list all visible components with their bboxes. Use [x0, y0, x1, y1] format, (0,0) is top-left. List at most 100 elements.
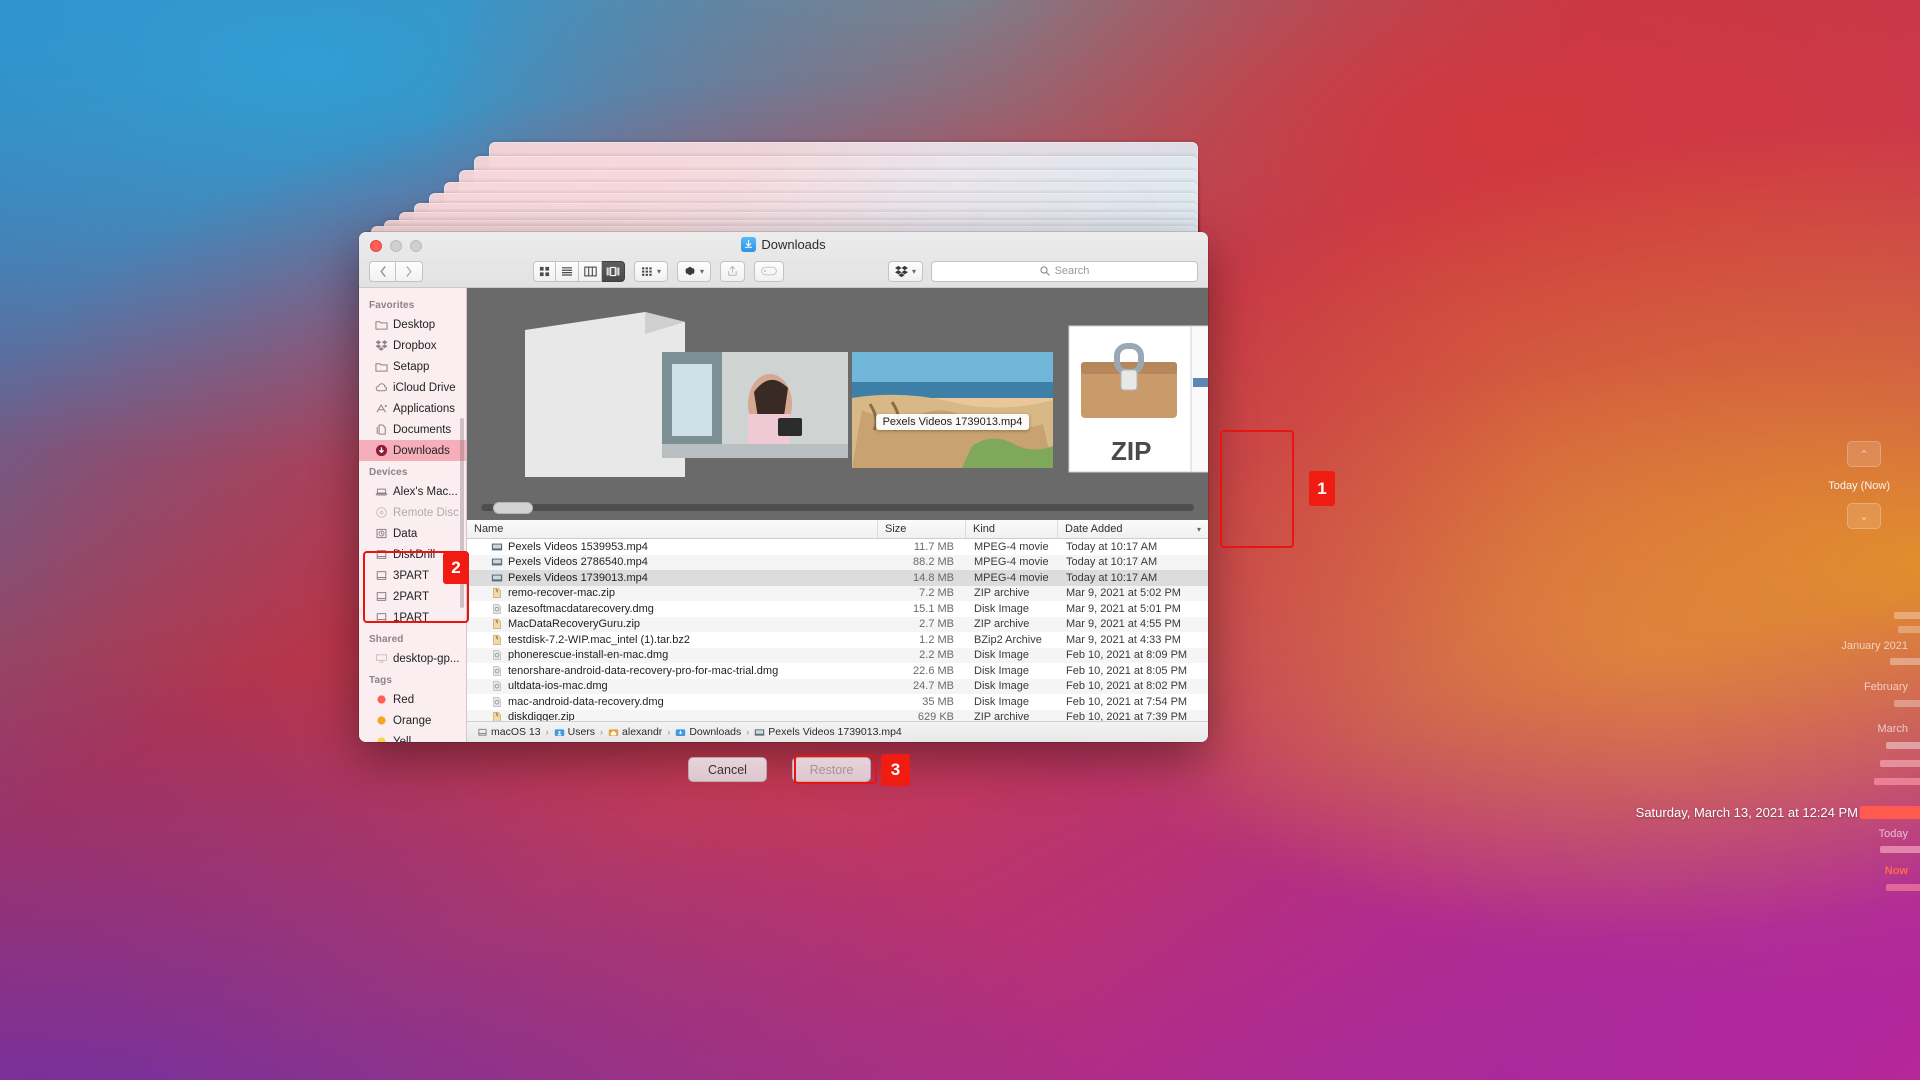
- view-mode-segmented-control: [533, 260, 625, 282]
- sidebar-item-alex-s-mac[interactable]: Alex's Mac...: [359, 481, 466, 502]
- sidebar-item-2part[interactable]: 2PART: [359, 586, 466, 607]
- timeline-month-label[interactable]: February: [1864, 681, 1908, 693]
- sidebar-section-header-tags: Tags: [369, 675, 392, 686]
- sidebar-item-data[interactable]: Data: [359, 523, 466, 544]
- column-header-name[interactable]: Name: [467, 520, 878, 538]
- timeline-tick[interactable]: [1886, 884, 1920, 891]
- table-row[interactable]: MacDataRecoveryGuru.zip 2.7 MB ZIP archive…: [467, 616, 1208, 632]
- timeline-month-label[interactable]: January 2021: [1841, 640, 1908, 652]
- tags-button[interactable]: [754, 260, 785, 282]
- table-row[interactable]: Pexels Videos 1739013.mp4 14.8 MB MPEG-4 m…: [467, 570, 1208, 586]
- coverflow-item-document[interactable]: [525, 312, 685, 477]
- sidebar-item-desktop-gp[interactable]: desktop-gp...: [359, 648, 466, 669]
- sidebar-item-dropbox[interactable]: Dropbox: [359, 335, 466, 356]
- action-gear-button[interactable]: ▾: [677, 260, 712, 282]
- breadcrumb-item[interactable]: Pexels Videos 1739013.mp4: [754, 726, 902, 738]
- sidebar-item-setapp[interactable]: Setapp: [359, 356, 466, 377]
- file-kind-cell: BZip2 Archive: [974, 633, 1042, 646]
- zip-icon: [491, 587, 503, 599]
- file-name-cell: phonerescue-install-en-mac.dmg: [467, 649, 878, 661]
- coverflow-scrollbar-thumb[interactable]: [493, 502, 533, 514]
- column-header-date-added[interactable]: Date Added ▾: [1058, 520, 1208, 538]
- timeline-tick-active[interactable]: [1860, 806, 1920, 819]
- sidebar-item-label: Downloads: [393, 444, 450, 457]
- sidebar-item-1part[interactable]: 1PART: [359, 607, 466, 628]
- sidebar-item-yell[interactable]: Yell: [359, 731, 466, 742]
- restore-button[interactable]: Restore: [792, 757, 871, 782]
- timeline-month-label[interactable]: Today: [1879, 828, 1908, 840]
- file-name-text: Pexels Videos 1739013.mp4: [508, 571, 648, 584]
- sidebar-item-applications[interactable]: Applications: [359, 398, 466, 419]
- gallery-view-button[interactable]: [602, 260, 625, 282]
- file-name-cell: diskdigger.zip: [467, 711, 878, 721]
- sidebar-item-icloud-drive[interactable]: iCloud Drive: [359, 377, 466, 398]
- timeline-tick[interactable]: [1880, 760, 1920, 767]
- icon-view-button[interactable]: [533, 260, 556, 282]
- sidebar-item-downloads[interactable]: Downloads: [359, 440, 466, 461]
- group-by-button[interactable]: ▾: [634, 260, 669, 282]
- table-row[interactable]: phonerescue-install-en-mac.dmg 2.2 MB Disk…: [467, 647, 1208, 663]
- column-view-button[interactable]: [579, 260, 602, 282]
- file-name-text: ultdata-ios-mac.dmg: [508, 680, 608, 693]
- sidebar-item-label: Orange: [393, 714, 432, 727]
- timemachine-timeline[interactable]: ⌃ Today (Now) ⌄ January 2021 February Marc…: [1620, 0, 1920, 1080]
- search-input[interactable]: Search: [931, 260, 1198, 282]
- cancel-button[interactable]: Cancel: [688, 757, 767, 782]
- table-row[interactable]: mac-android-data-recovery.dmg 35 MB Disk I…: [467, 694, 1208, 710]
- table-row[interactable]: tenorshare-android-data-recovery-pro-for…: [467, 663, 1208, 679]
- timeline-tick[interactable]: [1880, 846, 1920, 853]
- file-name-cell: Pexels Videos 1739013.mp4: [467, 572, 878, 584]
- column-header-kind[interactable]: Kind: [966, 520, 1058, 538]
- file-kind-cell: ZIP archive: [974, 711, 1030, 721]
- column-header-size[interactable]: Size: [878, 520, 966, 538]
- breadcrumb-item[interactable]: Downloads: [675, 726, 741, 738]
- back-button[interactable]: [369, 260, 396, 282]
- file-size-cell: 15.1 MB: [913, 602, 954, 615]
- share-button[interactable]: [720, 260, 746, 282]
- timeline-month-label[interactable]: March: [1877, 723, 1908, 735]
- file-list[interactable]: Pexels Videos 1539953.mp4 11.7 MB MPEG-4 m…: [467, 539, 1208, 721]
- sidebar-item-red[interactable]: Red: [359, 689, 466, 710]
- coverflow-item-video-coast[interactable]: Pexels Videos 1739013.mp4: [852, 352, 1053, 468]
- timeline-tick[interactable]: [1894, 612, 1920, 619]
- sidebar-item-remote-disc[interactable]: Remote Disc: [359, 502, 466, 523]
- table-row[interactable]: Pexels Videos 1539953.mp4 11.7 MB MPEG-4 m…: [467, 539, 1208, 555]
- coverflow-item-zip[interactable]: ZIP: [1067, 318, 1208, 476]
- file-size-cell: 1.2 MB: [919, 633, 954, 646]
- table-row[interactable]: lazesoftmacdatarecovery.dmg 15.1 MB Disk I…: [467, 601, 1208, 617]
- forward-button[interactable]: [396, 260, 423, 282]
- timeline-tick[interactable]: [1874, 778, 1920, 785]
- file-date-cell: Mar 9, 2021 at 5:02 PM: [1066, 587, 1181, 600]
- sidebar-item-documents[interactable]: Documents: [359, 419, 466, 440]
- timeline-tick[interactable]: [1886, 742, 1920, 749]
- table-row[interactable]: Pexels Videos 2786540.mp4 88.2 MB MPEG-4 m…: [467, 554, 1208, 570]
- finder-sidebar[interactable]: Favorites Desktop Dropbox Setapp iCloud Driv…: [359, 288, 467, 742]
- timeline-down-arrow[interactable]: ⌄: [1847, 503, 1881, 529]
- table-row[interactable]: ultdata-ios-mac.dmg 24.7 MB Disk Image Feb …: [467, 678, 1208, 694]
- timeline-tick[interactable]: [1898, 626, 1920, 633]
- list-view-button[interactable]: [556, 260, 579, 282]
- gallery-coverflow[interactable]: Pexels Videos 1739013.mp4 ZIP: [467, 288, 1208, 520]
- sidebar-item-orange[interactable]: Orange: [359, 710, 466, 731]
- table-row[interactable]: testdisk-7.2-WIP.mac_intel (1).tar.bz2 1.…: [467, 632, 1208, 648]
- timeline-tick[interactable]: [1894, 700, 1920, 707]
- file-name-cell: tenorshare-android-data-recovery-pro-for…: [467, 665, 878, 677]
- file-kind-cell: Disk Image: [974, 680, 1030, 693]
- path-bar[interactable]: macOS 13 › Users › alexandr › Downloads › Pexels…: [467, 721, 1208, 742]
- drive-icon: [375, 590, 388, 603]
- sidebar-item-desktop[interactable]: Desktop: [359, 314, 466, 335]
- breadcrumb-item[interactable]: Users: [554, 726, 595, 738]
- dropbox-button[interactable]: ▾: [887, 260, 923, 282]
- breadcrumb-item[interactable]: macOS 13: [477, 726, 541, 738]
- timeline-up-arrow[interactable]: ⌃: [1847, 441, 1881, 467]
- sidebar-item-label: Data: [393, 527, 418, 540]
- breadcrumb-item[interactable]: alexandr: [608, 726, 662, 738]
- table-row[interactable]: remo-recover-mac.zip 7.2 MB ZIP archive Mar…: [467, 585, 1208, 601]
- table-row[interactable]: diskdigger.zip 629 KB ZIP archive Feb 10, 2…: [467, 709, 1208, 721]
- coverflow-item-video-girl[interactable]: [662, 352, 848, 458]
- timeline-tick[interactable]: [1890, 658, 1920, 665]
- finder-window[interactable]: Downloads ▾ ▾ ▾ Search Favorites Desktop…: [359, 232, 1208, 742]
- timeline-month-label[interactable]: Now: [1885, 865, 1908, 877]
- coverflow-scrollbar-track[interactable]: [481, 504, 1194, 511]
- file-name-cell: mac-android-data-recovery.dmg: [467, 696, 878, 708]
